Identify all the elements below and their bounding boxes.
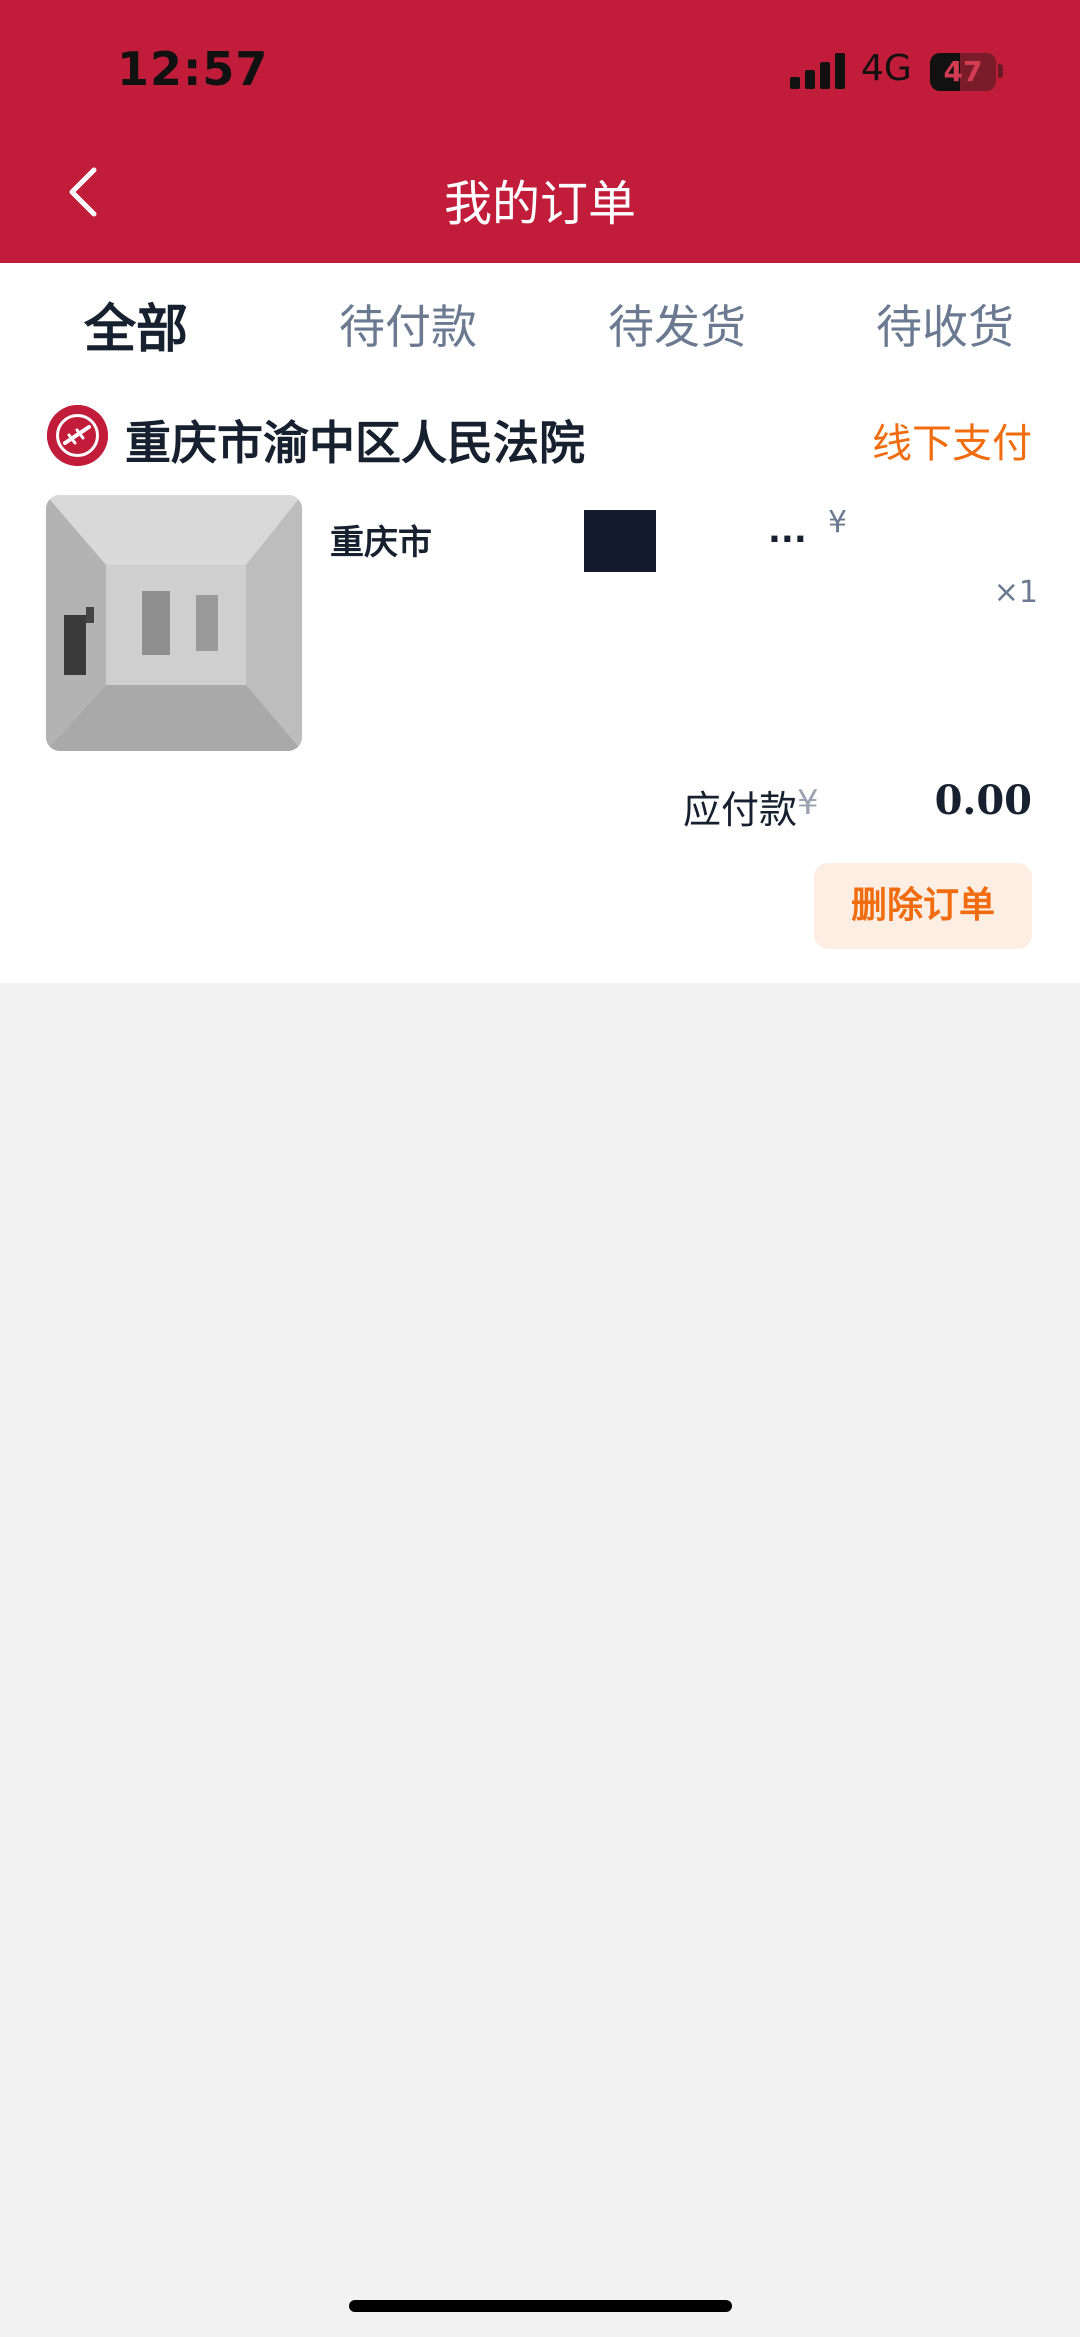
network-type: 4G bbox=[861, 48, 912, 89]
app-header: 12:57 4G 47 我的订单 bbox=[0, 0, 1080, 263]
battery-level: 47 bbox=[943, 55, 983, 88]
delete-order-button[interactable]: 删除订单 bbox=[814, 863, 1032, 949]
total-currency: ¥ bbox=[797, 783, 819, 823]
shop-name[interactable]: 重庆市渝中区人民法院 bbox=[125, 407, 585, 473]
total-label: 应付款 bbox=[683, 788, 798, 832]
item-quantity: ×1 bbox=[993, 575, 1038, 610]
status-time: 12:57 bbox=[117, 42, 269, 96]
order-status-tabs: 全部 待付款 待发货 待收货 bbox=[0, 263, 1080, 373]
tab-all[interactable]: 全部 bbox=[84, 287, 188, 362]
battery-icon: 47 bbox=[930, 53, 996, 91]
item-title-ellipsis: ... bbox=[768, 511, 807, 551]
court-logo-icon bbox=[47, 405, 108, 466]
product-thumbnail[interactable] bbox=[46, 495, 302, 751]
battery-tip bbox=[998, 64, 1003, 78]
redacted-block bbox=[584, 510, 656, 572]
total-amount: 0.00 bbox=[934, 777, 1032, 824]
tab-pending-receipt[interactable]: 待收货 bbox=[876, 291, 1014, 357]
tab-pending-payment[interactable]: 待付款 bbox=[339, 291, 477, 357]
item-price-symbol: ¥ bbox=[828, 505, 848, 540]
item-title[interactable]: 重庆市 bbox=[330, 515, 432, 564]
cellular-signal-icon bbox=[790, 53, 846, 89]
order-card[interactable]: 重庆市渝中区人民法院 线下支付 重庆市 ... ¥ ×1 应付款 ¥ 0.00 … bbox=[0, 373, 1080, 983]
home-indicator[interactable] bbox=[349, 2300, 732, 2312]
tab-pending-shipment[interactable]: 待发货 bbox=[608, 291, 746, 357]
payment-status: 线下支付 bbox=[872, 421, 1032, 467]
page-title: 我的订单 bbox=[443, 176, 636, 232]
